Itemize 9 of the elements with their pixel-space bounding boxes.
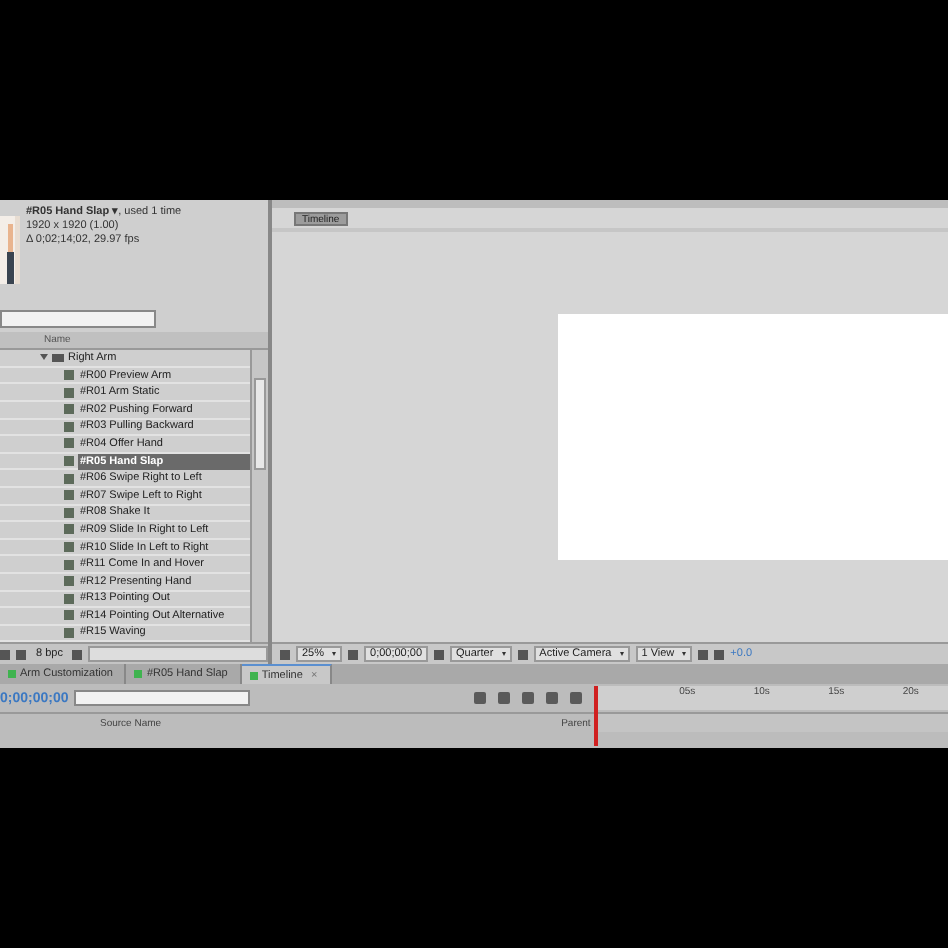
scrollbar[interactable] <box>88 646 268 663</box>
search-field[interactable] <box>74 690 251 706</box>
search-field[interactable] <box>0 310 156 329</box>
caret-icon <box>682 652 687 656</box>
caret-icon <box>619 652 624 656</box>
scrollbar[interactable] <box>250 350 268 643</box>
caret-icon <box>501 652 506 656</box>
caret-icon <box>332 652 337 656</box>
layer-track-area[interactable] <box>594 714 948 732</box>
